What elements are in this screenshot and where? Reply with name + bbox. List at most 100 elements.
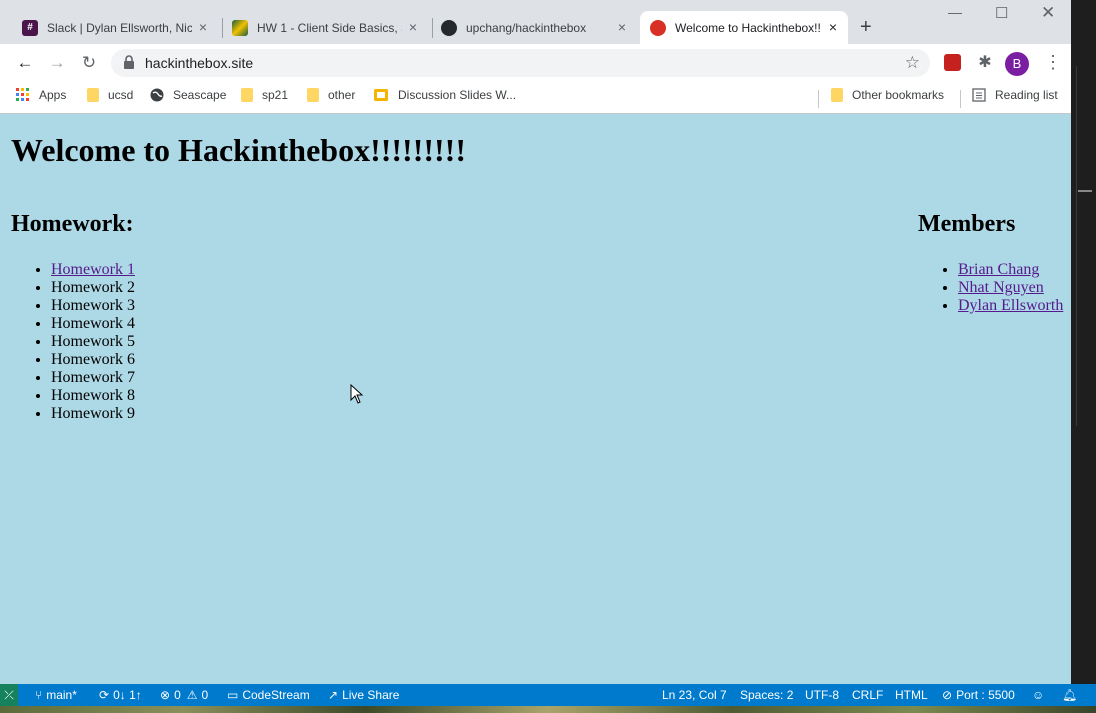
close-tab-icon[interactable]: ×: [826, 20, 840, 34]
homework-item: Homework 3: [51, 297, 135, 315]
tab-separator: [222, 18, 223, 38]
bookmark-label: sp21: [262, 88, 289, 102]
bookmark-other-bookmarks[interactable]: Other bookmarks: [831, 88, 944, 102]
mouse-cursor-icon: [350, 384, 364, 404]
git-branch[interactable]: ⑂ main*: [35, 688, 77, 702]
folder-icon: [87, 88, 99, 102]
homework-item: Homework 6: [51, 351, 135, 369]
minimize-icon[interactable]: —: [948, 4, 962, 20]
desktop-wallpaper: [0, 705, 1096, 713]
lastpass-extension-icon[interactable]: [944, 54, 961, 71]
bookmark-label: Other bookmarks: [852, 88, 945, 102]
close-tab-icon[interactable]: ×: [406, 20, 420, 34]
homework-label: Homework 7: [51, 369, 135, 386]
bookmark-label: Reading list: [995, 88, 1058, 102]
feedback-icon[interactable]: ☺: [1032, 688, 1044, 702]
git-sync[interactable]: ⟳ 0↓ 1↑: [99, 688, 142, 702]
homework-label: Homework 4: [51, 315, 135, 332]
error-icon: ⊗: [160, 688, 171, 702]
slides-icon: [374, 89, 388, 101]
bookmark-label: Apps: [39, 88, 67, 102]
members-list: Brian ChangNhat NguyenDylan Ellsworth: [918, 261, 1063, 315]
tab-strip: # Slack | Dylan Ellsworth, Nick × HW 1 -…: [0, 0, 1071, 44]
codestream-button[interactable]: ▭ CodeStream: [227, 688, 310, 702]
bookmark-sp21[interactable]: sp21: [241, 88, 288, 102]
page-title: Welcome to Hackinthebox!!!!!!!!!: [11, 132, 466, 168]
globe-icon: [150, 88, 164, 102]
folder-icon: [307, 88, 319, 102]
bookmark-apps[interactable]: Apps: [16, 88, 66, 102]
eol-setting[interactable]: CRLF: [852, 688, 883, 702]
homework-item[interactable]: Homework 1: [51, 261, 135, 279]
slack-icon: #: [22, 19, 38, 36]
reading-list-button[interactable]: Reading list: [972, 88, 1058, 102]
language-mode[interactable]: HTML: [895, 688, 928, 702]
homework-item: Homework 7: [51, 369, 135, 387]
homework-item: Homework 4: [51, 315, 135, 333]
bookmarks-separator: [818, 90, 819, 108]
bookmark-star-icon[interactable]: ☆: [905, 53, 920, 73]
bookmark-label: ucsd: [108, 88, 134, 102]
tab-title: HW 1 - Client Side Basics, S: [257, 20, 402, 35]
member-link[interactable]: Brian Chang: [958, 261, 1039, 278]
encoding-setting[interactable]: UTF-8: [805, 688, 839, 702]
tab-github[interactable]: upchang/hackinthebox ×: [441, 11, 637, 44]
tab-slack[interactable]: # Slack | Dylan Ellsworth, Nick ×: [22, 11, 218, 44]
extensions-puzzle-icon[interactable]: ✱: [975, 53, 995, 73]
reading-list-icon: [972, 88, 986, 102]
tab-canvas[interactable]: HW 1 - Client Side Basics, S ×: [232, 11, 428, 44]
hackinthebox-icon: [650, 19, 666, 36]
bookmark-discussion-slides[interactable]: Discussion Slides W...: [373, 88, 516, 102]
bookmark-label: Discussion Slides W...: [398, 88, 517, 102]
background-editor-strip: [1071, 0, 1096, 713]
bookmark-ucsd[interactable]: ucsd: [87, 88, 133, 102]
git-branch-icon: ⑂: [35, 688, 43, 702]
browser-toolbar: ← → ↻ hackinthebox.site ☆ ✱ B ⋮: [0, 44, 1071, 82]
bookmark-other[interactable]: other: [307, 88, 355, 102]
address-bar[interactable]: hackinthebox.site ☆: [111, 49, 930, 77]
bookmark-label: other: [328, 88, 356, 102]
members-heading: Members: [918, 211, 1016, 237]
maximize-icon[interactable]: ☐: [995, 4, 1008, 22]
canvas-icon: [232, 19, 248, 36]
member-item[interactable]: Dylan Ellsworth: [958, 297, 1063, 315]
remote-indicator-icon[interactable]: ⤫: [0, 684, 18, 706]
folder-icon: [241, 88, 253, 102]
notifications-bell-icon[interactable]: 🔔︎: [1062, 688, 1077, 702]
indentation-setting[interactable]: Spaces: 2: [740, 688, 793, 702]
homework-item: Homework 8: [51, 387, 135, 405]
lock-icon[interactable]: [123, 55, 135, 69]
close-tab-icon[interactable]: ×: [196, 20, 210, 34]
live-server-port[interactable]: ⊘ Port : 5500: [942, 688, 1015, 702]
vscode-status-bar: ⤫ ⑂ main* ⟳ 0↓ 1↑ ⊗ 0 ⚠ 0 ▭ CodeStream ↗ Live …: [0, 684, 1096, 706]
menu-dots-icon[interactable]: ⋮: [1044, 52, 1062, 72]
homework-label: Homework 9: [51, 405, 135, 422]
forward-icon[interactable]: →: [47, 53, 67, 73]
member-item[interactable]: Brian Chang: [958, 261, 1063, 279]
cursor-position[interactable]: Ln 23, Col 7: [662, 688, 727, 702]
tab-hackinthebox[interactable]: Welcome to Hackinthebox!! ×: [640, 11, 848, 44]
problems-indicator[interactable]: ⊗ 0 ⚠ 0: [160, 688, 208, 702]
new-tab-icon[interactable]: +: [860, 17, 872, 37]
member-item[interactable]: Nhat Nguyen: [958, 279, 1063, 297]
warning-icon: ⚠: [186, 688, 198, 702]
profile-avatar[interactable]: B: [1005, 52, 1029, 76]
reload-icon[interactable]: ↻: [79, 53, 99, 73]
member-link[interactable]: Dylan Ellsworth: [958, 297, 1063, 314]
homework-list: Homework 1Homework 2Homework 3Homework 4…: [11, 261, 135, 423]
member-link[interactable]: Nhat Nguyen: [958, 279, 1044, 296]
close-window-icon[interactable]: ✕: [1041, 3, 1055, 23]
apps-grid-icon: [16, 88, 29, 101]
tab-separator: [432, 18, 433, 38]
bookmark-seascape[interactable]: Seascape: [150, 88, 226, 102]
github-icon: [441, 19, 457, 36]
back-icon[interactable]: ←: [15, 53, 35, 73]
close-tab-icon[interactable]: ×: [615, 20, 629, 34]
tab-title: Welcome to Hackinthebox!!: [675, 20, 820, 35]
live-share-button[interactable]: ↗ Live Share: [328, 688, 399, 702]
port-icon: ⊘: [942, 688, 953, 702]
homework-label: Homework 5: [51, 333, 135, 350]
homework-item: Homework 2: [51, 279, 135, 297]
bookmark-label: Seascape: [173, 88, 227, 102]
homework-link[interactable]: Homework 1: [51, 261, 135, 278]
